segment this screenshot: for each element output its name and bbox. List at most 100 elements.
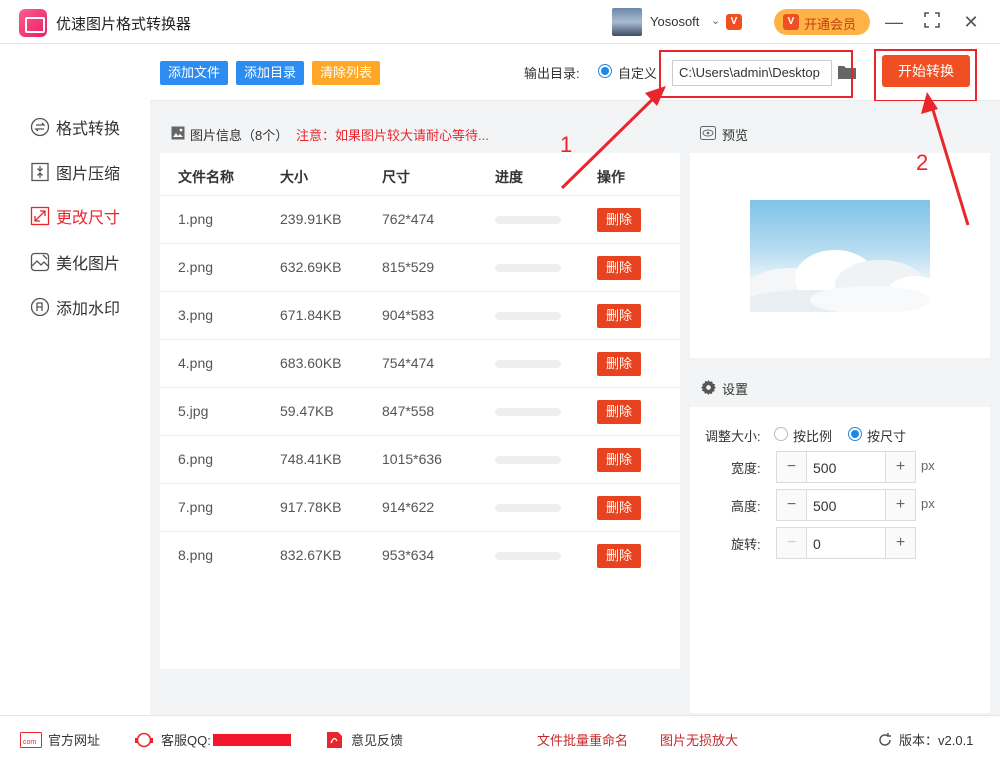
sidebar-item-format-convert[interactable]: 格式转换 xyxy=(30,115,120,139)
height-stepper[interactable]: − 500 + xyxy=(776,489,916,521)
user-name[interactable]: Yososoft xyxy=(650,14,699,29)
beautify-icon xyxy=(30,252,50,272)
delete-button[interactable]: 删除 xyxy=(597,208,641,232)
add-file-button[interactable]: 添加文件 xyxy=(160,61,229,85)
delete-button[interactable]: 删除 xyxy=(597,304,641,328)
progress-bar xyxy=(495,456,561,464)
custom-dir-radio[interactable] xyxy=(598,64,612,78)
height-value[interactable]: 500 xyxy=(813,498,836,514)
width-value[interactable]: 500 xyxy=(813,460,836,476)
toolbar: 添加文件 添加目录 清除列表 输出目录: 自定义 C:\Users\admin\… xyxy=(150,45,1000,101)
table-row[interactable]: 1.png 239.91KB 762*474 删除 xyxy=(160,195,680,243)
sidebar-item-label: 添加水印 xyxy=(56,301,121,318)
preview-image xyxy=(750,200,930,312)
maximize-button[interactable] xyxy=(920,10,944,34)
rotate-value[interactable]: 0 xyxy=(813,536,821,552)
redacted-qq-number xyxy=(212,733,291,746)
compress-icon xyxy=(30,162,50,182)
rotate-stepper[interactable]: − 0 + xyxy=(776,527,916,559)
user-avatar[interactable] xyxy=(612,8,642,36)
progress-bar xyxy=(495,408,561,416)
table-row[interactable]: 5.jpg 59.47KB 847*558 删除 xyxy=(160,387,680,435)
feedback-icon xyxy=(327,731,342,748)
watermark-icon xyxy=(30,297,50,317)
rotate-label: 旋转: xyxy=(731,537,761,552)
clear-list-button[interactable]: 清除列表 xyxy=(312,61,381,85)
width-stepper[interactable]: − 500 + xyxy=(776,451,916,483)
file-size-cell: 671.84KB xyxy=(280,307,342,323)
custom-dir-label: 自定义 xyxy=(618,66,658,81)
progress-bar xyxy=(495,360,561,368)
by-size-radio[interactable] xyxy=(848,427,862,441)
official-website-link[interactable]: com 官方网址 xyxy=(20,730,100,749)
sidebar-item-label: 美化图片 xyxy=(56,256,121,273)
delete-button[interactable]: 删除 xyxy=(597,352,641,376)
resize-icon xyxy=(30,206,50,226)
delete-button[interactable]: 删除 xyxy=(597,496,641,520)
official-website-label: 官方网址 xyxy=(48,733,101,748)
file-name-cell: 8.png xyxy=(178,547,214,563)
app-title: 优速图片格式转换器 xyxy=(56,16,192,33)
customer-qq-link[interactable]: 客服QQ: xyxy=(133,730,291,749)
table-row[interactable]: 2.png 632.69KB 815*529 删除 xyxy=(160,243,680,291)
lossless-enlarge-link[interactable]: 图片无损放大 xyxy=(660,730,738,749)
width-decrement-button[interactable]: − xyxy=(777,452,807,482)
sidebar-item-label: 格式转换 xyxy=(56,121,121,138)
delete-button[interactable]: 删除 xyxy=(597,544,641,568)
add-directory-button[interactable]: 添加目录 xyxy=(236,61,305,85)
resize-mode-label: 调整大小: xyxy=(705,429,761,444)
sidebar-item-compress[interactable]: 图片压缩 xyxy=(30,160,120,184)
file-size-cell: 832.67KB xyxy=(280,547,342,563)
height-decrement-button[interactable]: − xyxy=(777,490,807,520)
by-ratio-radio[interactable] xyxy=(774,427,788,441)
sidebar-item-beautify[interactable]: 美化图片 xyxy=(30,250,120,274)
settings-title: 设置 xyxy=(722,382,749,397)
batch-rename-link[interactable]: 文件批量重命名 xyxy=(537,730,628,749)
sidebar-item-label: 图片压缩 xyxy=(56,166,121,183)
width-label: 宽度: xyxy=(731,461,761,476)
file-dimension-cell: 1015*636 xyxy=(382,451,442,467)
website-icon: com xyxy=(20,731,42,748)
width-unit: px xyxy=(921,458,935,473)
sidebar-item-watermark[interactable]: 添加水印 xyxy=(30,295,120,319)
refresh-icon xyxy=(879,732,891,746)
version-info[interactable]: 版本：v2.0.1 xyxy=(877,730,973,749)
vip-button[interactable]: V 开通会员 xyxy=(774,9,870,35)
table-row[interactable]: 4.png 683.60KB 754*474 删除 xyxy=(160,339,680,387)
file-size-cell: 683.60KB xyxy=(280,355,342,371)
table-row[interactable]: 3.png 671.84KB 904*583 删除 xyxy=(160,291,680,339)
file-size-cell: 239.91KB xyxy=(280,211,342,227)
column-header-size: 大小 xyxy=(280,169,308,185)
delete-button[interactable]: 删除 xyxy=(597,400,641,424)
svg-text:com: com xyxy=(23,739,36,746)
table-row[interactable]: 7.png 917.78KB 914*622 删除 xyxy=(160,483,680,531)
delete-button[interactable]: 删除 xyxy=(597,256,641,280)
height-increment-button[interactable]: + xyxy=(885,490,915,520)
file-size-cell: 632.69KB xyxy=(280,259,342,275)
file-dimension-cell: 754*474 xyxy=(382,355,435,371)
feedback-link[interactable]: 意见反馈 xyxy=(323,730,403,749)
delete-button[interactable]: 删除 xyxy=(597,448,641,472)
file-list-notice: 注意：如果图片较大请耐心等待... xyxy=(296,128,489,143)
sidebar: 格式转换 图片压缩 更改尺寸 美化图片 添加水印 xyxy=(0,45,150,715)
file-list-title: 图片信息（8个） xyxy=(190,128,289,143)
file-name-cell: 4.png xyxy=(178,355,214,371)
chevron-down-icon[interactable]: ⌄ xyxy=(711,14,720,27)
close-button[interactable]: ✕ xyxy=(959,10,983,34)
path-highlight-box xyxy=(659,50,853,98)
file-name-cell: 5.jpg xyxy=(178,403,209,419)
sidebar-item-resize[interactable]: 更改尺寸 xyxy=(30,204,120,228)
eye-icon xyxy=(700,126,716,140)
rotate-decrement-button[interactable]: − xyxy=(777,528,807,558)
width-increment-button[interactable]: + xyxy=(885,452,915,482)
file-dimension-cell: 904*583 xyxy=(382,307,435,323)
minimize-button[interactable]: — xyxy=(882,10,906,34)
table-row[interactable]: 6.png 748.41KB 1015*636 删除 xyxy=(160,435,680,483)
file-size-cell: 748.41KB xyxy=(280,451,342,467)
file-name-cell: 1.png xyxy=(178,211,214,227)
vip-button-label: 开通会员 xyxy=(804,17,857,32)
gear-icon xyxy=(701,380,716,395)
rotate-increment-button[interactable]: + xyxy=(885,528,915,558)
table-row[interactable]: 8.png 832.67KB 953*634 删除 xyxy=(160,531,680,579)
file-name-cell: 2.png xyxy=(178,259,214,275)
